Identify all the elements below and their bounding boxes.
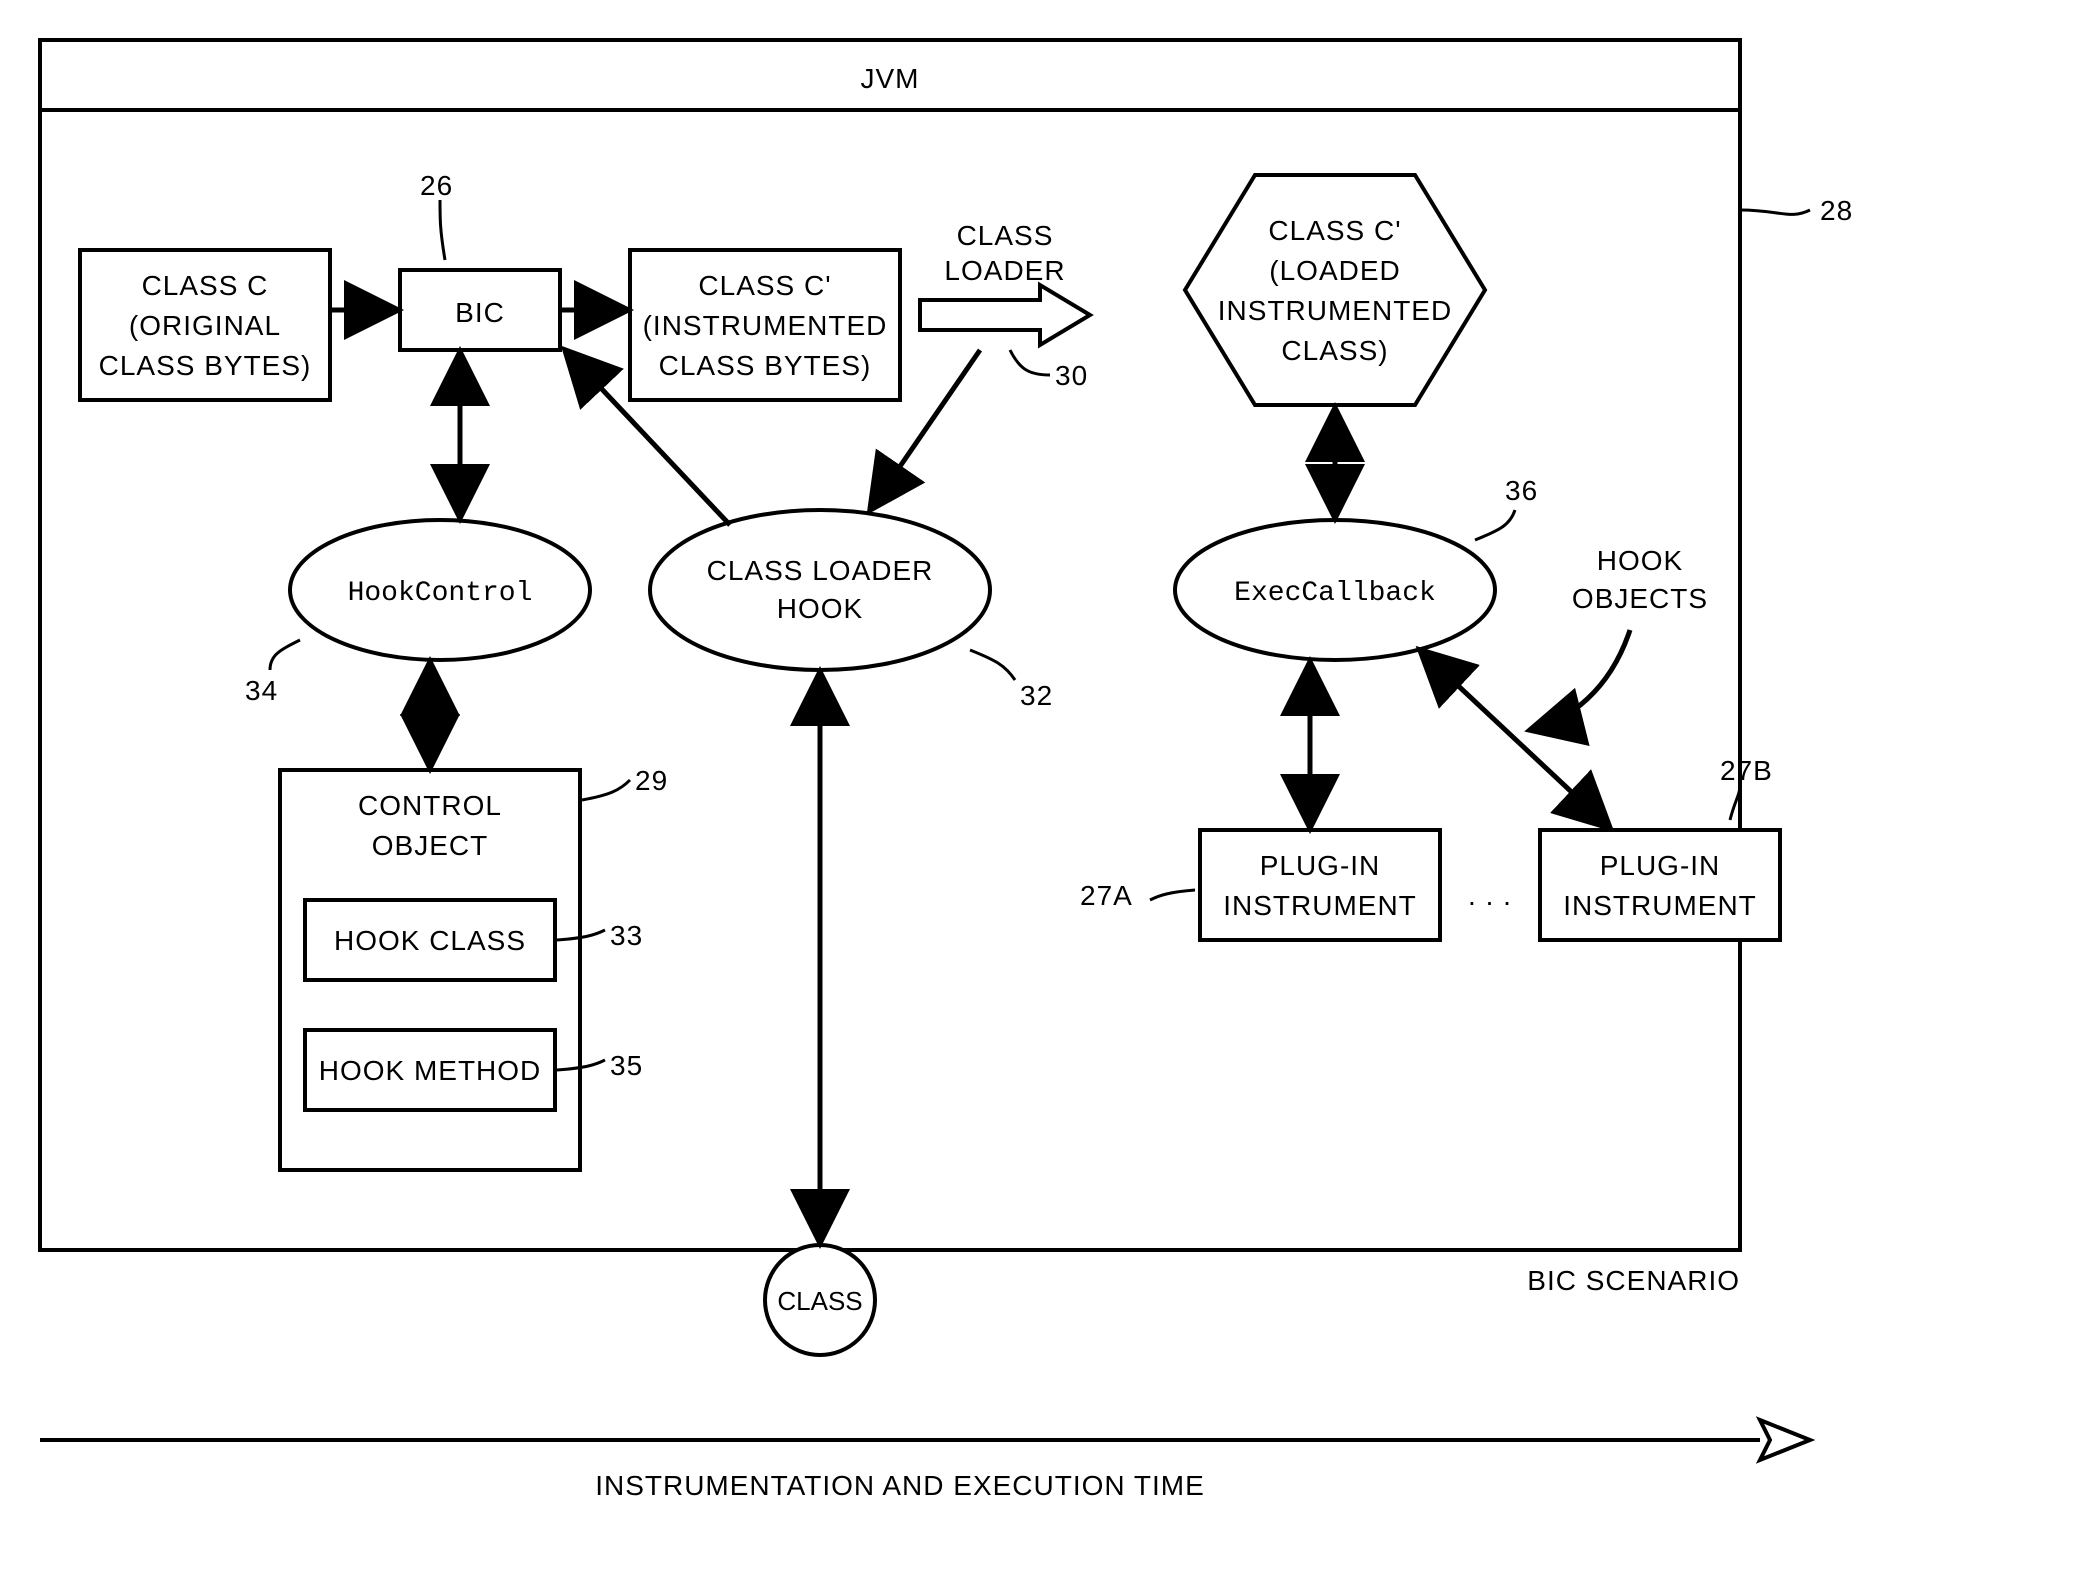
svg-text:CLASS: CLASS xyxy=(957,220,1054,251)
svg-text:(LOADED: (LOADED xyxy=(1269,255,1400,286)
ref-34: 34 xyxy=(245,675,278,706)
class-c-box: CLASS C (ORIGINAL CLASS BYTES) xyxy=(80,250,330,400)
svg-text:INSTRUMENT: INSTRUMENT xyxy=(1223,890,1417,921)
svg-text:BIC: BIC xyxy=(455,297,505,328)
ref-33: 33 xyxy=(610,920,643,951)
svg-text:LOADER: LOADER xyxy=(944,255,1065,286)
svg-text:OBJECTS: OBJECTS xyxy=(1572,583,1708,614)
class-loader-hook-ellipse: CLASS LOADER HOOK xyxy=(650,510,990,670)
plugin-dots: . . . xyxy=(1468,880,1512,911)
svg-text:INSTRUMENTED: INSTRUMENTED xyxy=(1218,295,1452,326)
class-circle: CLASS xyxy=(765,1245,875,1355)
ref-26: 26 xyxy=(420,170,453,201)
svg-text:OBJECT: OBJECT xyxy=(372,830,488,861)
ref-30: 30 xyxy=(1055,360,1088,391)
exec-callback-ellipse: ExecCallback xyxy=(1175,520,1495,660)
svg-text:HOOK: HOOK xyxy=(1597,545,1683,576)
hook-control-ellipse: HookControl xyxy=(290,520,590,660)
svg-text:CLASS BYTES): CLASS BYTES) xyxy=(99,350,312,381)
jvm-title: JVM xyxy=(861,63,920,94)
timeline-arrow: INSTRUMENTATION AND EXECUTION TIME xyxy=(40,1420,1810,1501)
svg-text:CLASS): CLASS) xyxy=(1281,335,1388,366)
svg-text:HOOK: HOOK xyxy=(777,593,863,624)
ref-32: 32 xyxy=(1020,680,1053,711)
svg-text:INSTRUMENTATION AND EXECUTION: INSTRUMENTATION AND EXECUTION TIME xyxy=(595,1470,1205,1501)
svg-text:INSTRUMENT: INSTRUMENT xyxy=(1563,890,1757,921)
svg-text:HOOK CLASS: HOOK CLASS xyxy=(334,925,526,956)
svg-text:HookControl: HookControl xyxy=(348,578,533,609)
diagram-canvas: JVM 28 BIC SCENARIO CLASS C (ORIGINAL CL… xyxy=(0,0,2093,1577)
ref-36: 36 xyxy=(1505,475,1538,506)
plugin-a-box: PLUG-IN INSTRUMENT xyxy=(1200,830,1440,940)
svg-text:CLASS BYTES): CLASS BYTES) xyxy=(659,350,872,381)
plugin-b-box: PLUG-IN INSTRUMENT xyxy=(1540,830,1780,940)
ref-27a: 27A xyxy=(1080,880,1133,911)
svg-text:CLASS LOADER: CLASS LOADER xyxy=(707,555,934,586)
ref-29: 29 xyxy=(635,765,668,796)
svg-text:PLUG-IN: PLUG-IN xyxy=(1600,850,1721,881)
svg-text:PLUG-IN: PLUG-IN xyxy=(1260,850,1381,881)
class-c-prime-box: CLASS C' (INSTRUMENTED CLASS BYTES) xyxy=(630,250,900,400)
svg-text:(INSTRUMENTED: (INSTRUMENTED xyxy=(643,310,888,341)
svg-text:ExecCallback: ExecCallback xyxy=(1234,578,1436,609)
svg-text:CONTROL: CONTROL xyxy=(358,790,502,821)
ref-35: 35 xyxy=(610,1050,643,1081)
control-object-box: CONTROL OBJECT HOOK CLASS HOOK METHOD xyxy=(280,770,580,1170)
ref-27b: 27B xyxy=(1720,755,1773,786)
bic-box: BIC xyxy=(400,270,560,350)
ref-28: 28 xyxy=(1820,195,1853,226)
bic-scenario-label: BIC SCENARIO xyxy=(1527,1265,1740,1296)
svg-text:(ORIGINAL: (ORIGINAL xyxy=(129,310,281,341)
svg-text:CLASS C': CLASS C' xyxy=(698,270,831,301)
svg-text:CLASS: CLASS xyxy=(777,1286,862,1316)
svg-text:HOOK METHOD: HOOK METHOD xyxy=(319,1055,542,1086)
svg-text:CLASS C: CLASS C xyxy=(142,270,269,301)
svg-text:CLASS C': CLASS C' xyxy=(1268,215,1401,246)
